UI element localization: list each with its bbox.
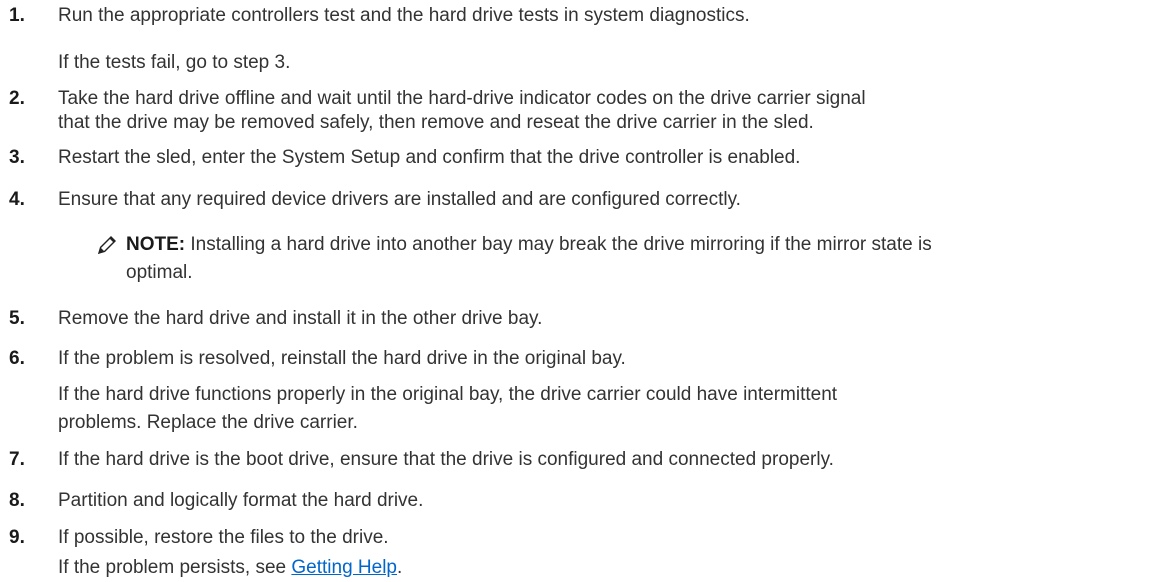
step-subtext-prefix: If the problem persists, see [58,557,292,578]
step-subtext: If the problem persists, see Getting Hel… [58,555,402,581]
step-text: Run the appropriate controllers test and… [58,5,750,26]
note-text: Installing a hard drive into another bay… [185,234,932,255]
step-subtext: If the hard drive functions properly in … [58,384,838,405]
step-text: If possible, restore the files to the dr… [58,527,389,548]
note-line-1: NOTE: Installing a hard drive into anoth… [126,232,932,258]
step-number: 3. [9,147,25,168]
step-text: Restart the sled, enter the System Setup… [58,147,801,168]
step-text: If the problem is resolved, reinstall th… [58,348,626,369]
step-subtext: problems. Replace the drive carrier. [58,412,358,433]
pencil-icon [98,236,116,254]
step-text: that the drive may be removed safely, th… [58,112,814,133]
note-box: NOTE: Installing a hard drive into anoth… [96,232,1156,288]
step-number: 6. [9,348,25,369]
step-text: Remove the hard drive and install it in … [58,308,543,329]
step-text: Ensure that any required device drivers … [58,189,741,210]
step-text: Take the hard drive offline and wait unt… [58,88,866,109]
step-number: 5. [9,308,25,329]
step-number: 7. [9,449,25,470]
getting-help-link[interactable]: Getting Help [291,557,397,578]
step-text: If the hard drive is the boot drive, ens… [58,449,834,470]
step-number: 9. [9,527,25,548]
step-number: 1. [9,5,25,26]
step-number: 2. [9,88,25,109]
step-subtext: If the tests fail, go to step 3. [58,52,291,73]
step-number: 4. [9,189,25,210]
step-text: Partition and logically format the hard … [58,490,424,511]
note-label: NOTE: [126,234,186,255]
step-subtext-suffix: . [397,557,403,578]
step-number: 8. [9,490,25,511]
note-line-2: optimal. [126,262,193,283]
